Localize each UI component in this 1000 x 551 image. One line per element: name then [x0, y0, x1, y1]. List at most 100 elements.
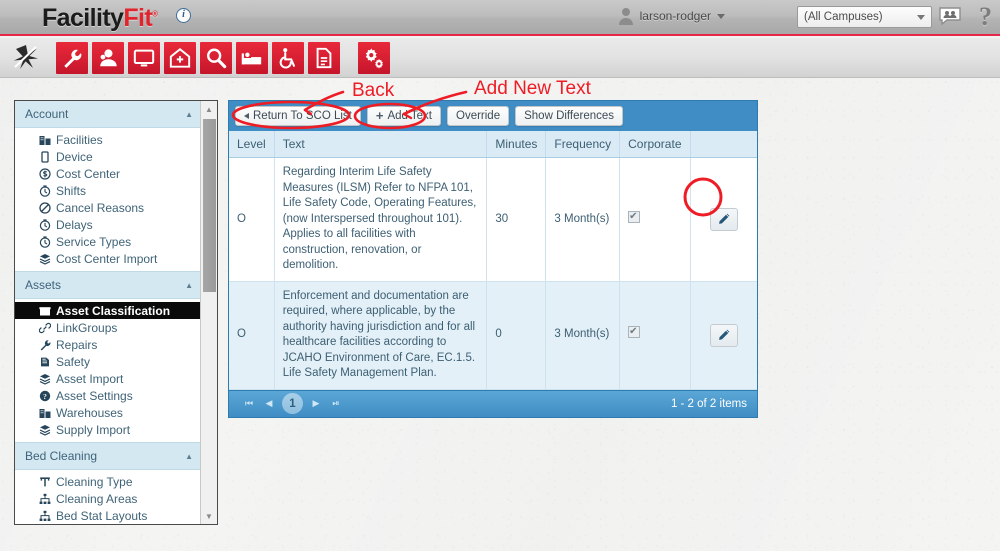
- column-header-frequency[interactable]: Frequency: [546, 131, 620, 158]
- grid-pager: ⏮ ◀ 1 ▶ ⏯ 1 - 2 of 2 items: [229, 390, 757, 417]
- sidebar-item-repairs[interactable]: Repairs: [15, 336, 201, 353]
- add-text-button[interactable]: + Add Text: [367, 106, 441, 126]
- column-header-corporate[interactable]: Corporate: [620, 131, 690, 158]
- cell-text: Enforcement and documentation are requir…: [274, 281, 487, 389]
- sparkle-icon[interactable]: [12, 43, 40, 71]
- sidebar-scrollbar[interactable]: ▲ ▼: [200, 101, 217, 524]
- corporate-checkbox[interactable]: [628, 326, 640, 338]
- pager-page-1[interactable]: 1: [282, 393, 303, 414]
- sidebar-group-label: Bed Cleaning: [25, 449, 97, 463]
- sidebar-item-bed-stat-layouts[interactable]: Bed Stat Layouts: [15, 507, 201, 524]
- sidebar-item-device[interactable]: Device: [15, 148, 201, 165]
- user-menu[interactable]: larson-rodger: [618, 7, 725, 25]
- column-header-actions: [690, 131, 757, 158]
- edit-row-button[interactable]: [710, 324, 738, 347]
- corporate-checkbox[interactable]: [628, 211, 640, 223]
- person-icon[interactable]: [92, 42, 124, 74]
- app-logo[interactable]: FacilityFit®: [42, 4, 157, 33]
- wheelchair-icon[interactable]: [272, 42, 304, 74]
- return-to-sco-list-button[interactable]: Return To SCO List: [235, 106, 361, 126]
- monitor-icon[interactable]: [128, 42, 160, 74]
- column-header-level[interactable]: Level: [229, 131, 274, 158]
- sidebar-group-account[interactable]: Account▲: [15, 101, 201, 128]
- sidebar-scroll-content: Account▲ FacilitiesDeviceCost CenterShift…: [15, 101, 201, 525]
- content-grid-panel: Return To SCO List + Add Text Override S…: [228, 100, 758, 418]
- wrench-icon: [39, 339, 51, 351]
- override-label: Override: [456, 110, 500, 122]
- hospital-home-icon[interactable]: [164, 42, 196, 74]
- sidebar-item-label: Asset Settings: [56, 389, 133, 403]
- scroll-down-arrow[interactable]: ▼: [201, 508, 217, 524]
- avatar-icon: [618, 7, 634, 25]
- help-icon[interactable]: ?: [979, 2, 992, 32]
- document-icon[interactable]: [308, 42, 340, 74]
- sidebar-group-bed-cleaning[interactable]: Bed Cleaning ▲: [15, 442, 201, 470]
- sidebar-group-assets[interactable]: Assets▲: [15, 271, 201, 299]
- table-row[interactable]: ORegarding Interim Life Safety Measures …: [229, 158, 757, 282]
- return-to-sco-list-label: Return To SCO List: [253, 110, 352, 122]
- sidebar-item-cancel-reasons[interactable]: Cancel Reasons: [15, 199, 201, 216]
- cell-minutes: 0: [487, 281, 546, 389]
- sidebar-item-label: Cost Center Import: [56, 252, 157, 266]
- override-button[interactable]: Override: [447, 106, 509, 126]
- cell-frequency: 3 Month(s): [546, 281, 620, 389]
- grid-toolbar: Return To SCO List + Add Text Override S…: [229, 101, 757, 131]
- sidebar-item-cleaning-areas[interactable]: Cleaning Areas: [15, 490, 201, 507]
- table-row[interactable]: OEnforcement and documentation are requi…: [229, 281, 757, 389]
- sidebar-item-service-types[interactable]: Service Types: [15, 233, 201, 250]
- sidebar-item-asset-classification[interactable]: Asset Classification: [15, 302, 201, 319]
- column-header-minutes[interactable]: Minutes: [487, 131, 546, 158]
- sidebar-group-items: Asset ClassificationLinkGroupsRepairsSaf…: [15, 299, 201, 442]
- sidebar-item-label: Asset Import: [56, 372, 123, 386]
- sidebar-item-asset-import[interactable]: Asset Import: [15, 370, 201, 387]
- building-icon: [39, 407, 51, 419]
- sidebar-item-supply-import[interactable]: Supply Import: [15, 421, 201, 438]
- sidebar-item-bed-status[interactable]: Bed Status: [15, 524, 201, 525]
- chevron-up-icon: ▲: [185, 281, 193, 290]
- cell-level: O: [229, 281, 274, 389]
- cell-frequency: 3 Month(s): [546, 158, 620, 282]
- campus-select-value: (All Campuses): [804, 11, 883, 23]
- column-header-text[interactable]: Text: [274, 131, 487, 158]
- pager-next-button[interactable]: ▶: [306, 398, 326, 409]
- brand-bar: FacilityFit® i larson-rodger (All Campus…: [0, 0, 1000, 36]
- cell-actions: [690, 281, 757, 389]
- pager-first-button[interactable]: ⏮: [239, 398, 259, 409]
- logo-text-secondary: Fit: [123, 4, 152, 32]
- show-differences-label: Show Differences: [524, 110, 614, 122]
- sidebar-item-warehouses[interactable]: Warehouses: [15, 404, 201, 421]
- add-text-label: Add Text: [387, 110, 432, 122]
- clock-icon: [39, 219, 51, 231]
- sidebar-item-shifts[interactable]: Shifts: [15, 182, 201, 199]
- edit-row-button[interactable]: [710, 208, 738, 231]
- show-differences-button[interactable]: Show Differences: [515, 106, 623, 126]
- wrench-icon[interactable]: [56, 42, 88, 74]
- sidebar-item-safety[interactable]: Safety: [15, 353, 201, 370]
- hierarchy-icon: [39, 493, 51, 505]
- sidebar-item-delays[interactable]: Delays: [15, 216, 201, 233]
- svg-text:?: ?: [43, 392, 47, 401]
- table-body: ORegarding Interim Life Safety Measures …: [229, 158, 757, 390]
- chevron-up-icon: ▲: [185, 452, 193, 461]
- bed-icon[interactable]: [236, 42, 268, 74]
- pager-last-button[interactable]: ⏯: [326, 398, 346, 409]
- chat-users-icon[interactable]: [938, 6, 962, 28]
- info-icon[interactable]: i: [176, 8, 191, 23]
- campus-select[interactable]: (All Campuses): [797, 6, 932, 28]
- sidebar-item-cost-center[interactable]: Cost Center: [15, 165, 201, 182]
- sidebar-item-asset-settings[interactable]: ? Asset Settings: [15, 387, 201, 404]
- scrollbar-thumb[interactable]: [203, 119, 216, 292]
- sidebar-item-linkgroups[interactable]: LinkGroups: [15, 319, 201, 336]
- gears-icon[interactable]: [358, 42, 390, 74]
- sidebar-item-cost-center-import[interactable]: Cost Center Import: [15, 250, 201, 267]
- cell-text: Regarding Interim Life Safety Measures (…: [274, 158, 487, 282]
- sidebar-item-cleaning-type[interactable]: Cleaning Type: [15, 473, 201, 490]
- magnifier-icon[interactable]: [200, 42, 232, 74]
- sidebar-item-facilities[interactable]: Facilities: [15, 131, 201, 148]
- chevron-down-icon: [717, 14, 725, 19]
- pager-prev-button[interactable]: ◀: [259, 398, 279, 409]
- sidebar-item-label: Cleaning Type: [56, 475, 133, 489]
- scroll-up-arrow[interactable]: ▲: [201, 101, 217, 117]
- hierarchy-icon: [39, 510, 51, 522]
- navigation-sidebar: Account▲ FacilitiesDeviceCost CenterShift…: [14, 100, 218, 525]
